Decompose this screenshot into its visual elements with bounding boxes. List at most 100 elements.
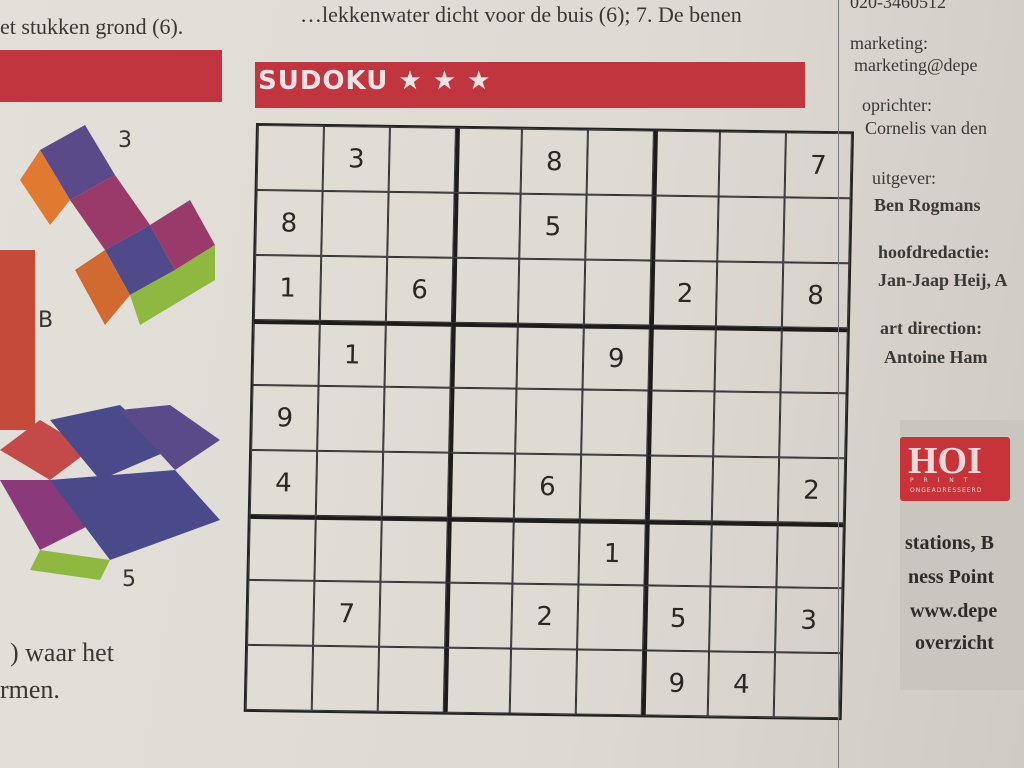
colophon-value: Ben Rogmans (874, 195, 981, 215)
sudoku-cell-empty[interactable] (256, 125, 324, 191)
sudoku-cell-given: 6 (385, 256, 454, 323)
sudoku-cell-empty[interactable] (586, 129, 654, 196)
sudoku-cell-empty[interactable] (379, 581, 447, 648)
sudoku-cell-empty[interactable] (319, 255, 388, 322)
sudoku-cell-given: 9 (251, 384, 319, 451)
colophon-value: Jan-Jaap Heij, A (878, 270, 1008, 290)
sudoku-cell-empty[interactable] (252, 319, 320, 386)
sudoku-cell-empty[interactable] (579, 454, 648, 521)
sudoku-cell-empty[interactable] (512, 518, 580, 585)
sudoku-cell-empty[interactable] (652, 130, 720, 197)
sudoku-cell-empty[interactable] (776, 522, 844, 589)
sudoku-cell-empty[interactable] (647, 390, 715, 457)
sudoku-cell-empty[interactable] (710, 521, 778, 588)
column-divider (838, 0, 839, 768)
sudoku-cell-empty[interactable] (383, 386, 451, 453)
sudoku-cell-empty[interactable] (381, 451, 450, 518)
sudoku-cell-empty[interactable] (644, 520, 712, 587)
sudoku-cell-given: 2 (649, 260, 718, 327)
sudoku-cell-empty[interactable] (718, 131, 786, 198)
hoi-print-logo: HOI P R I N T ONGEADRESSEERD (900, 437, 1010, 501)
sudoku-cell-empty[interactable] (715, 261, 784, 328)
sudoku-cell-empty[interactable] (583, 259, 652, 326)
sudoku-cell-empty[interactable] (651, 195, 719, 262)
sudoku-cell-empty[interactable] (517, 258, 586, 325)
sudoku-cell-empty[interactable] (577, 584, 645, 651)
colophon-value: marketing@depe (854, 55, 978, 75)
figure-label: 3 (118, 128, 132, 153)
figure-label: B (38, 308, 54, 333)
sudoku-cell-given: 9 (582, 324, 650, 391)
sudoku-cell-empty[interactable] (451, 257, 520, 324)
sudoku-cell-given: 3 (322, 125, 390, 192)
sudoku-cell-empty[interactable] (315, 450, 384, 517)
sudoku-cell-empty[interactable] (515, 388, 583, 455)
colophon-label: uitgever: (872, 168, 936, 188)
sudoku-cell-empty[interactable] (516, 323, 584, 390)
sudoku-cell-empty[interactable] (388, 126, 456, 193)
article-text-line: rmen. (0, 675, 60, 704)
sudoku-cell-given: 4 (707, 651, 776, 718)
sudoku-cell-empty[interactable] (454, 127, 522, 194)
sudoku-cell-empty[interactable] (314, 515, 382, 582)
sudoku-cell-empty[interactable] (248, 514, 316, 581)
sudoku-cell-given: 8 (520, 128, 588, 195)
sudoku-cell-empty[interactable] (717, 196, 785, 263)
sudoku-cell-empty[interactable] (648, 325, 716, 392)
sudoku-cell-empty[interactable] (387, 191, 455, 258)
sudoku-cell-empty[interactable] (645, 455, 714, 522)
colophon-label: hoofdredactie: (878, 242, 990, 262)
sudoku-cell-empty[interactable] (450, 322, 518, 389)
figure-label: 5 (122, 567, 136, 592)
sudoku-cell-empty[interactable] (714, 326, 782, 393)
cube-puzzle-illustration (0, 125, 220, 580)
sudoku-cell-empty[interactable] (585, 194, 653, 261)
sudoku-cell-empty[interactable] (453, 192, 521, 259)
colophon-label: marketing: (850, 33, 928, 53)
sudoku-cell-given: 2 (511, 583, 579, 650)
sudoku-cell-empty[interactable] (575, 649, 644, 716)
sudoku-cell-empty[interactable] (384, 321, 452, 388)
logo-subtext: P R I N T (910, 477, 972, 484)
sudoku-cell-empty[interactable] (446, 517, 514, 584)
sudoku-cell-empty[interactable] (311, 645, 380, 712)
sudoku-cell-given: 3 (775, 587, 843, 654)
ad-text-line: ness Point (908, 566, 995, 588)
sudoku-cell-empty[interactable] (783, 197, 851, 264)
sudoku-cell-given: 4 (249, 449, 318, 516)
sudoku-cell-empty[interactable] (779, 392, 847, 459)
sudoku-cell-empty[interactable] (509, 648, 578, 715)
sudoku-cell-empty[interactable] (449, 387, 517, 454)
colophon-label: oprichter: (862, 95, 932, 115)
sudoku-cell-given: 1 (318, 320, 386, 387)
sudoku-cell-given: 8 (255, 190, 323, 256)
colophon-value: Antoine Ham (884, 347, 988, 367)
logo-subtext: ONGEADRESSEERD (910, 487, 983, 494)
phone-number: 020-3460512 (850, 0, 946, 12)
sudoku-cell-given: 8 (781, 262, 850, 329)
sudoku-cell-empty[interactable] (443, 647, 512, 714)
sudoku-cell-empty[interactable] (321, 190, 389, 257)
sudoku-cell-empty[interactable] (247, 579, 315, 646)
sudoku-cell-given: 5 (643, 585, 711, 652)
ad-text-line: www.depe (910, 600, 998, 622)
sudoku-cell-empty[interactable] (245, 644, 314, 711)
sudoku-cell-empty[interactable] (711, 456, 780, 523)
sudoku-cell-given: 2 (777, 457, 846, 524)
sudoku-cell-empty[interactable] (445, 582, 513, 649)
sudoku-cell-given: 7 (313, 580, 381, 647)
sudoku-grid[interactable]: 3878516281994621725394 (243, 123, 854, 721)
sudoku-cell-given: 1 (578, 519, 646, 586)
sudoku-cell-empty[interactable] (713, 391, 781, 458)
sudoku-cell-given: 7 (784, 132, 852, 199)
sudoku-cell-empty[interactable] (709, 586, 777, 653)
sudoku-cell-empty[interactable] (317, 385, 385, 452)
sudoku-cell-empty[interactable] (377, 646, 446, 713)
article-text-line: et stukken grond (6). (0, 14, 184, 39)
sudoku-cell-empty[interactable] (773, 652, 842, 719)
sudoku-title: SUDOKU ★ ★ ★ (258, 66, 492, 96)
left-banner (0, 50, 222, 102)
sudoku-cell-empty[interactable] (380, 516, 448, 583)
sudoku-cell-empty[interactable] (581, 389, 649, 456)
sudoku-cell-empty[interactable] (447, 452, 516, 519)
